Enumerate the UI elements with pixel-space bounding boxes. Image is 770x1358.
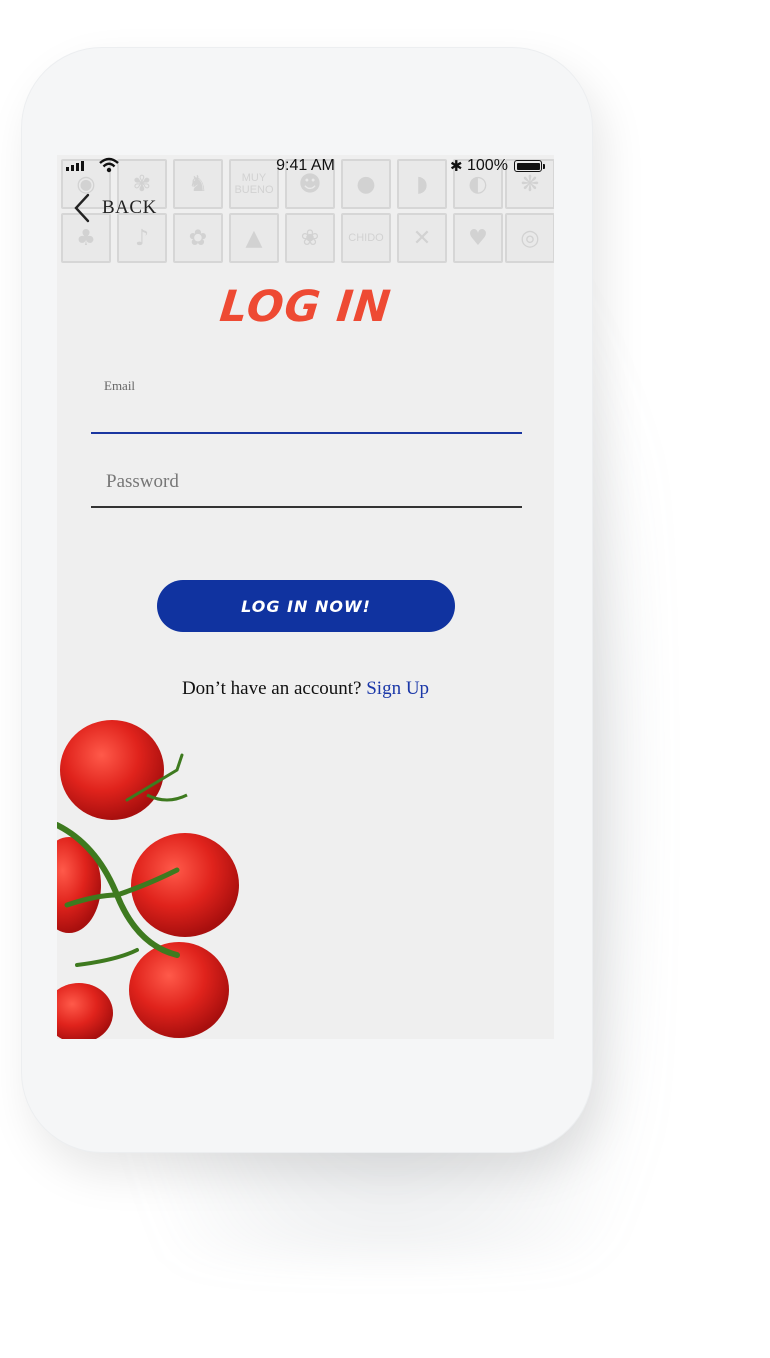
swirl-tile-icon: ◎ — [505, 213, 554, 263]
back-button[interactable]: BACK — [74, 193, 157, 223]
back-label: BACK — [102, 197, 157, 218]
heart-tile-icon: ♥ — [453, 213, 503, 263]
login-now-button[interactable]: LOG IN NOW! — [157, 580, 455, 632]
tomatoes-image — [57, 720, 239, 1039]
email-label: Email — [104, 378, 136, 393]
email-input[interactable] — [104, 401, 508, 427]
password-field[interactable] — [91, 458, 522, 508]
status-bar: 9:41 AM ✱ 100% — [57, 155, 554, 179]
page-title: LOG IN — [217, 282, 394, 332]
bluetooth-icon: ✱ — [450, 158, 463, 175]
password-input[interactable] — [104, 466, 508, 498]
battery-icon — [514, 160, 545, 172]
login-screen: ◉ ✾ ♞ MUY BUENO ☻ ● ◗ ◐ ❋ ♣ ♪ ✿ ▲ ❀ CHID… — [57, 155, 554, 1039]
chido-tile: CHIDO — [341, 213, 391, 263]
signup-link[interactable]: Sign Up — [366, 678, 429, 699]
battery-percent: 100% — [467, 157, 508, 174]
chevron-left-icon — [74, 193, 90, 223]
rose-tile-icon: ❀ — [285, 213, 335, 263]
rooster-tile-icon: ▲ — [229, 213, 279, 263]
email-field[interactable]: Email — [91, 367, 522, 434]
weave-tile-icon: ✕ — [397, 213, 447, 263]
flower2-tile-icon: ✿ — [173, 213, 223, 263]
